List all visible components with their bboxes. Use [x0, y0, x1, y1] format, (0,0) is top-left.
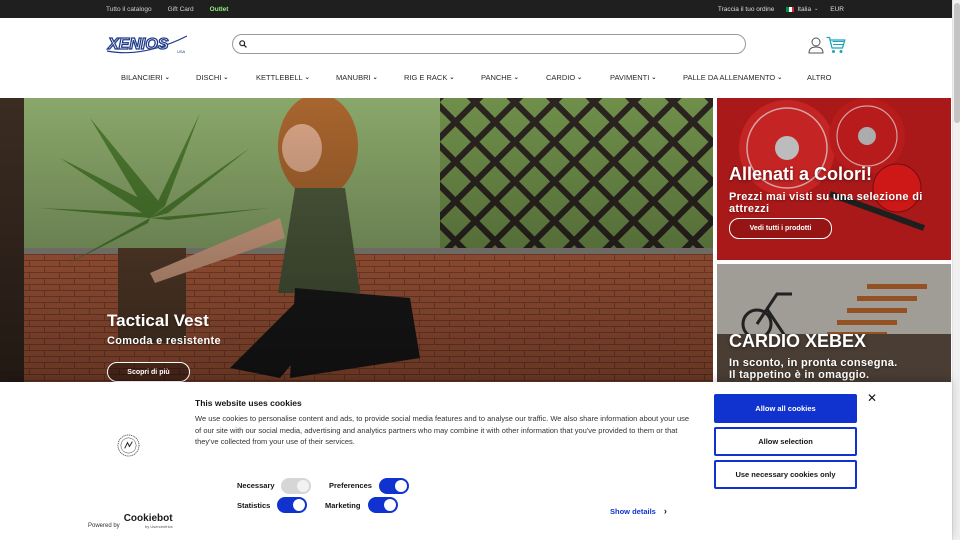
- chevron-down-icon: ⌄: [513, 75, 519, 81]
- toggle-label-statistics: Statistics: [237, 501, 271, 510]
- powered-by-label: Powered by: [88, 523, 120, 529]
- nav-item-altro[interactable]: ALTRO: [807, 73, 831, 82]
- link-outlet[interactable]: Outlet: [210, 6, 229, 13]
- cookiebot-brand: Cookiebot: [123, 513, 173, 524]
- chevron-down-icon: ⌄: [651, 75, 657, 81]
- nav-label: PAVIMENTI: [610, 73, 650, 82]
- country-label: Italia: [797, 5, 812, 13]
- hero-title: Tactical Vest: [107, 311, 209, 330]
- cookiebot-logo: Cookiebot by Usercentrics: [123, 513, 173, 530]
- scrollbar-thumb[interactable]: [954, 3, 960, 123]
- shopping-cart-icon[interactable]: [826, 36, 846, 54]
- link-gift-card[interactable]: Gift Card: [168, 6, 194, 13]
- top-links: Tutto il catalogo Gift Card Outlet: [106, 0, 228, 18]
- nav-label: DISCHI: [196, 73, 222, 82]
- promo-cardio-subtitle: In sconto, in pronta consegna. Il tappet…: [729, 357, 898, 381]
- hero-subtitle: Comoda e resistente: [107, 335, 221, 347]
- nav-label: PALLE DA ALLENAMENTO: [683, 73, 776, 82]
- search-icon[interactable]: [239, 40, 247, 48]
- necessary-cookies-only-button[interactable]: Use necessary cookies only: [714, 460, 857, 489]
- nav-label: KETTLEBELL: [256, 73, 303, 82]
- chevron-down-icon: ⌄: [164, 75, 170, 81]
- toggle-label-preferences: Preferences: [329, 481, 372, 490]
- chevron-down-icon: ⌄: [304, 75, 310, 81]
- cookie-seal-icon: [117, 434, 140, 457]
- toggle-knob: [384, 499, 396, 511]
- cookie-description: We use cookies to personalise content an…: [195, 414, 690, 446]
- chevron-down-icon: ⌄: [777, 75, 783, 81]
- user-account-icon[interactable]: [808, 37, 824, 54]
- track-order-link[interactable]: Traccia il tuo ordine: [718, 6, 774, 13]
- toggle-preferences[interactable]: [379, 478, 409, 494]
- cookiebot-brand-sub: by Usercentrics: [145, 524, 173, 529]
- nav-label: CARDIO: [546, 73, 576, 82]
- xenios-logo-icon: XENIOS USA: [106, 35, 188, 54]
- promo-cardio-subtitle-line: In sconto, in pronta consegna.: [729, 357, 898, 369]
- nav-label: PANCHE: [481, 73, 512, 82]
- logo-sub-text: USA: [177, 49, 186, 54]
- nav-item-dischi[interactable]: DISCHI ⌄: [196, 73, 228, 82]
- chevron-down-icon: ⌄: [372, 75, 378, 81]
- nav-label: MANUBRI: [336, 73, 371, 82]
- see-all-products-button[interactable]: Vedi tutti i prodotti: [729, 218, 832, 239]
- promo-colors-title: Allenati a Colori!: [729, 164, 873, 184]
- chevron-down-icon: ⌄: [577, 75, 583, 81]
- nav-item-rig-e-rack[interactable]: RIG E RACK ⌄: [404, 73, 454, 82]
- cookie-consent-banner: Powered by Cookiebot by Usercentrics This…: [0, 382, 952, 540]
- nav-item-palle[interactable]: PALLE DA ALLENAMENTO ⌄: [683, 73, 782, 82]
- toggle-knob: [293, 499, 305, 511]
- currency-selector[interactable]: EUR: [830, 6, 844, 13]
- search-input[interactable]: [251, 39, 745, 49]
- italy-flag-icon: [786, 6, 795, 12]
- main-nav: BILANCIERI ⌄ DISCHI ⌄ KETTLEBELL ⌄ MANUBRI ⌄…: [0, 70, 952, 86]
- hero-discover-button[interactable]: Scopri di più: [107, 362, 190, 382]
- site-logo[interactable]: XENIOS USA: [103, 31, 191, 57]
- toggle-label-necessary: Necessary: [237, 481, 275, 490]
- nav-item-bilancieri[interactable]: BILANCIERI ⌄: [121, 73, 170, 82]
- promo-cardio-title: CARDIO XEBEX: [729, 331, 867, 351]
- promo-colors-subtitle: Prezzi mai visti su una selezione di att…: [729, 191, 923, 215]
- show-details-link[interactable]: Show details ›: [610, 506, 667, 516]
- link-catalog[interactable]: Tutto il catalogo: [106, 6, 152, 13]
- nav-item-kettlebell[interactable]: KETTLEBELL ⌄: [256, 73, 310, 82]
- promo-colors-subtitle-line: attrezzi: [729, 203, 770, 215]
- close-icon[interactable]: ✕: [866, 392, 878, 404]
- top-bar: Tutto il catalogo Gift Card Outlet Tracc…: [0, 0, 952, 18]
- search-bar[interactable]: [232, 34, 746, 54]
- toggle-label-marketing: Marketing: [325, 501, 361, 510]
- chevron-down-icon: ⌄: [449, 75, 455, 81]
- nav-label: BILANCIERI: [121, 73, 163, 82]
- country-selector[interactable]: Italia ⌄: [786, 6, 818, 13]
- show-details-label: Show details: [610, 506, 656, 516]
- allow-all-cookies-button[interactable]: Allow all cookies: [714, 394, 857, 423]
- toggle-marketing[interactable]: [368, 497, 398, 513]
- powered-by-cookiebot[interactable]: Powered by Cookiebot by Usercentrics: [88, 513, 173, 530]
- toggle-knob: [395, 480, 407, 492]
- nav-label: RIG E RACK: [404, 73, 448, 82]
- allow-selection-button[interactable]: Allow selection: [714, 427, 857, 456]
- chevron-down-icon: ⌄: [223, 75, 229, 81]
- logo-text: XENIOS: [107, 36, 169, 53]
- nav-item-manubri[interactable]: MANUBRI ⌄: [336, 73, 378, 82]
- page-scrollbar[interactable]: [952, 0, 960, 540]
- chevron-down-icon: ⌄: [814, 6, 819, 12]
- promo-cardio-subtitle-line: Il tappetino è in omaggio.: [729, 369, 870, 381]
- nav-item-cardio[interactable]: CARDIO ⌄: [546, 73, 582, 82]
- toggle-necessary[interactable]: [281, 478, 311, 494]
- promo-colors-subtitle-line: Prezzi mai visti su una selezione di: [729, 191, 923, 203]
- nav-item-pavimenti[interactable]: PAVIMENTI ⌄: [610, 73, 656, 82]
- toggle-knob: [297, 480, 309, 492]
- nav-item-panche[interactable]: PANCHE ⌄: [481, 73, 519, 82]
- cookie-title: This website uses cookies: [195, 398, 302, 408]
- nav-label: ALTRO: [807, 73, 832, 82]
- top-right: Traccia il tuo ordine Italia ⌄ EUR: [718, 0, 844, 18]
- toggle-statistics[interactable]: [277, 497, 307, 513]
- chevron-right-icon: ›: [663, 506, 667, 516]
